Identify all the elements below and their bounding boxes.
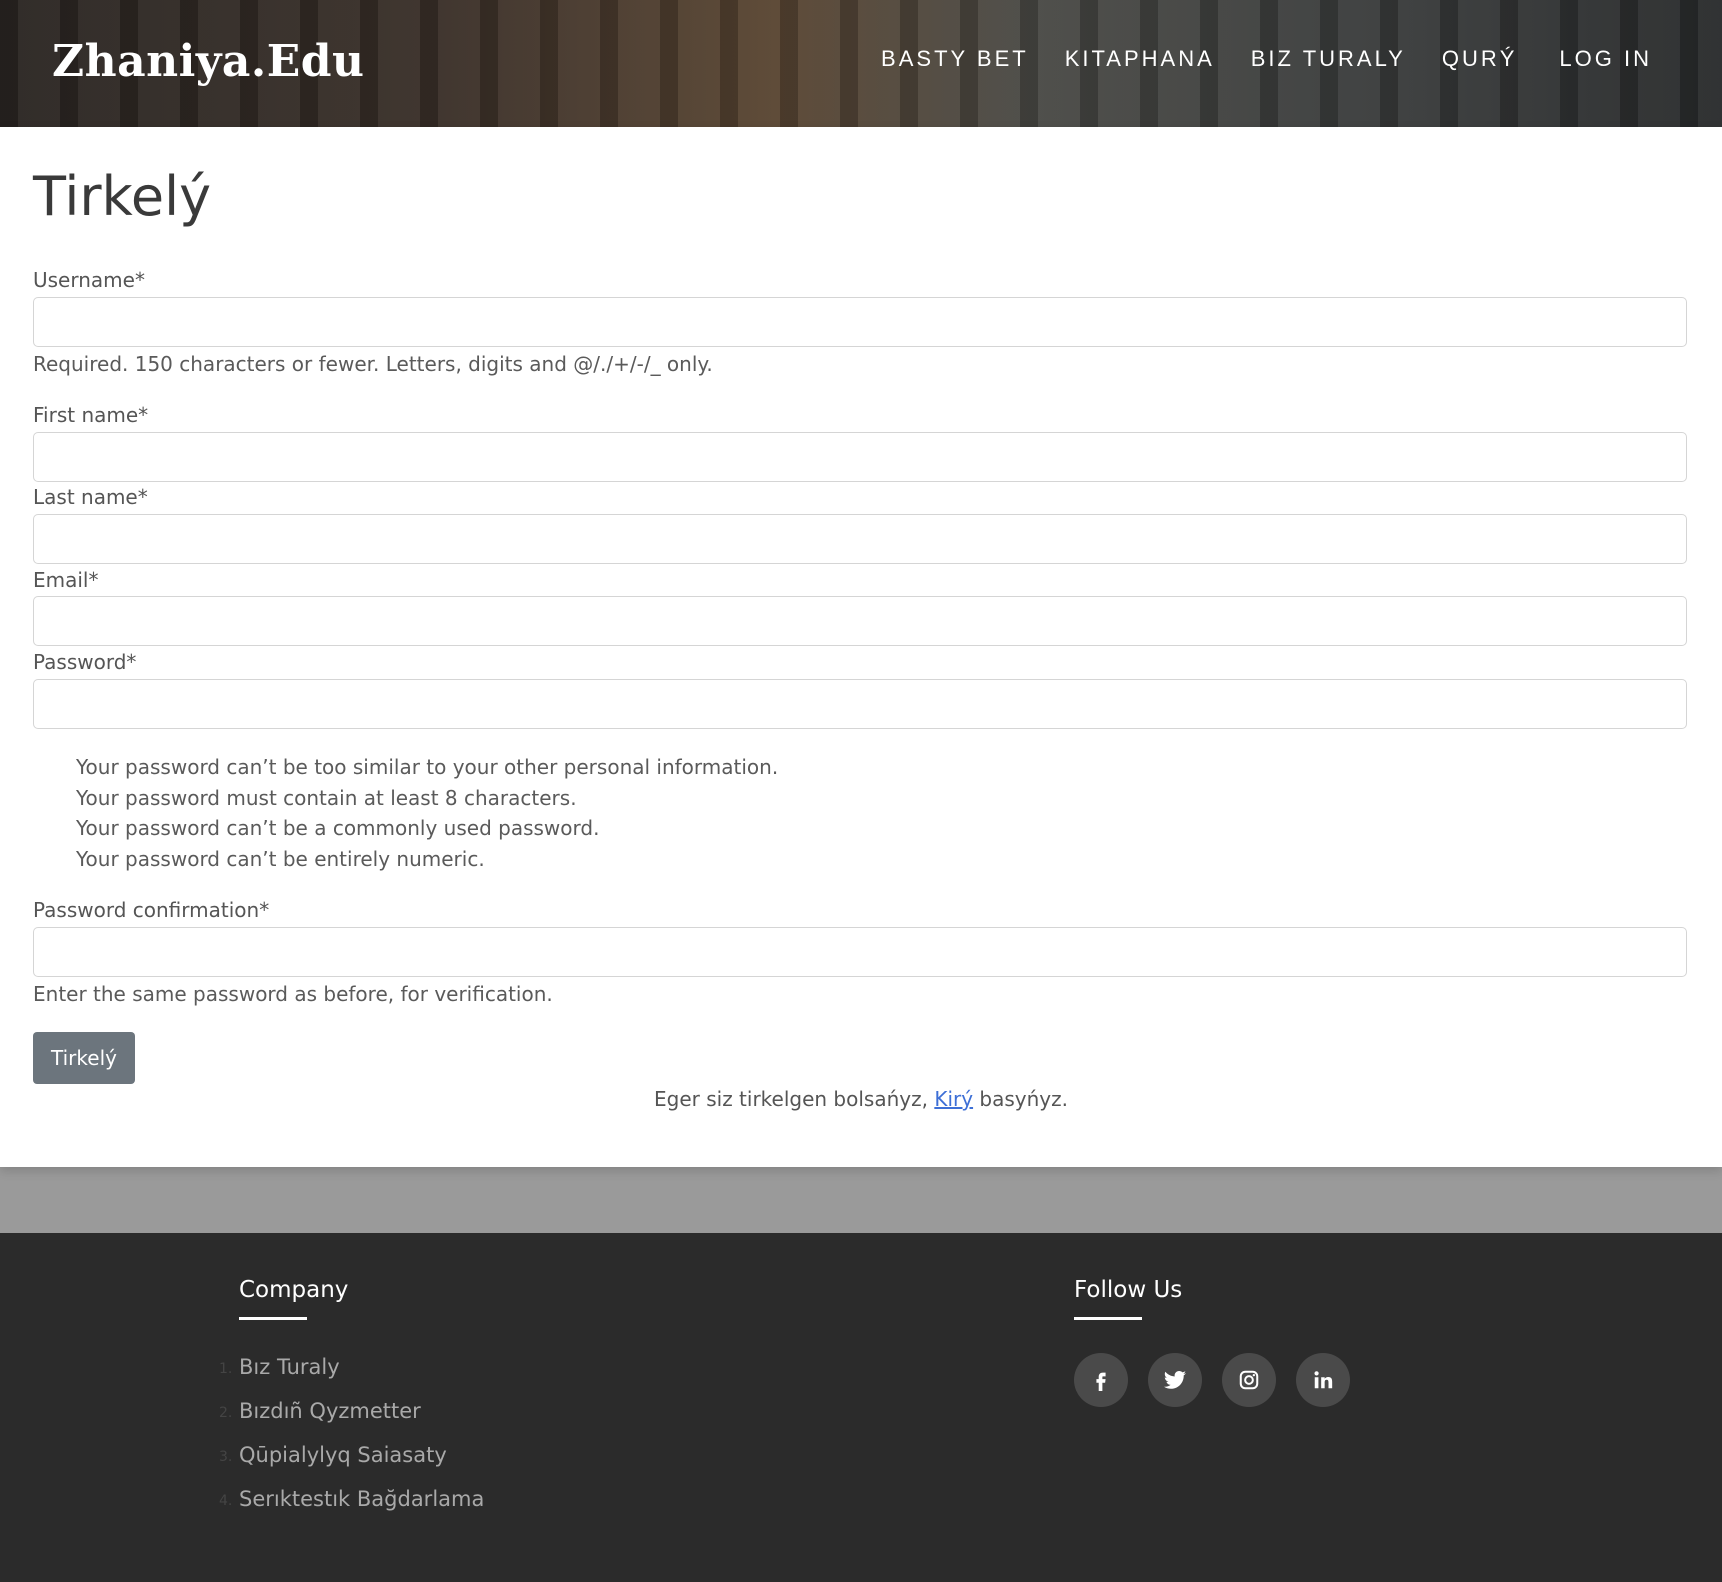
instagram-icon[interactable] xyxy=(1222,1353,1276,1407)
nav-create[interactable]: QURÝ xyxy=(1442,46,1518,72)
nav-library[interactable]: KITAPHANA xyxy=(1065,46,1215,72)
footer-link-about[interactable]: 1. Bız Turaly xyxy=(219,1355,484,1399)
username-label: Username* xyxy=(33,268,145,292)
twitter-icon[interactable] xyxy=(1148,1353,1202,1407)
company-heading: Company xyxy=(239,1277,349,1303)
social-links xyxy=(1074,1353,1350,1407)
facebook-icon[interactable] xyxy=(1074,1353,1128,1407)
company-heading-underline xyxy=(239,1317,307,1320)
footer-link-affiliate[interactable]: 4. Serıktestık Bağdarlama xyxy=(219,1487,484,1531)
password-rule: Your password can’t be too similar to yo… xyxy=(76,755,779,779)
password-rules: Your password can’t be too similar to yo… xyxy=(76,752,778,874)
username-input[interactable] xyxy=(33,297,1687,347)
password-label: Password* xyxy=(33,650,137,674)
password-rule: Your password can’t be entirely numeric. xyxy=(76,846,485,871)
follow-heading: Follow Us xyxy=(1074,1277,1183,1303)
last-name-label: Last name* xyxy=(33,485,148,509)
site-header: Zhaniya.Edu BASTY BET KITAPHANA BIZ TURA… xyxy=(0,0,1722,127)
email-input[interactable] xyxy=(33,596,1687,646)
login-prefix: Eger siz tirkelgen bolsańyz, xyxy=(654,1087,935,1111)
password-confirm-help: Enter the same password as before, for v… xyxy=(33,982,553,1006)
password-rule: Your password must contain at least 8 ch… xyxy=(76,785,577,810)
password-input[interactable] xyxy=(33,679,1687,729)
registration-card: Tirkelý Username* Required. 150 characte… xyxy=(0,127,1722,1167)
username-help: Required. 150 characters or fewer. Lette… xyxy=(33,352,713,376)
nav-home[interactable]: BASTY BET xyxy=(881,46,1029,72)
nav-about[interactable]: BIZ TURALY xyxy=(1251,46,1406,72)
site-footer: Company 1. Bız Turaly 2. Bızdıñ Qyzmetter … xyxy=(0,1233,1722,1582)
email-label: Email* xyxy=(33,568,99,592)
password-confirm-label: Password confirmation* xyxy=(33,898,270,922)
page-title: Tirkelý xyxy=(33,165,212,228)
password-rule: Your password can’t be a commonly used p… xyxy=(76,816,600,840)
linkedin-icon[interactable] xyxy=(1296,1353,1350,1407)
login-suffix: basyńyz. xyxy=(973,1087,1068,1111)
password-confirm-input[interactable] xyxy=(33,927,1687,977)
first-name-label: First name* xyxy=(33,403,149,427)
login-prompt: Eger siz tirkelgen bolsańyz, Kirý basyńy… xyxy=(0,1087,1722,1111)
last-name-input[interactable] xyxy=(33,514,1687,564)
main-nav: BASTY BET KITAPHANA BIZ TURALY QURÝ LOG … xyxy=(881,46,1652,72)
register-button[interactable]: Tirkelý xyxy=(33,1032,135,1084)
nav-login[interactable]: LOG IN xyxy=(1559,46,1652,72)
footer-link-privacy[interactable]: 3. Qūpialylyq Saiasaty xyxy=(219,1443,484,1487)
brand-logo[interactable]: Zhaniya.Edu xyxy=(52,36,365,87)
footer-link-services[interactable]: 2. Bızdıñ Qyzmetter xyxy=(219,1399,484,1443)
company-links: 1. Bız Turaly 2. Bızdıñ Qyzmetter 3. Qūpial… xyxy=(219,1355,484,1531)
login-link[interactable]: Kirý xyxy=(934,1087,973,1111)
first-name-input[interactable] xyxy=(33,432,1687,482)
follow-heading-underline xyxy=(1074,1317,1142,1320)
